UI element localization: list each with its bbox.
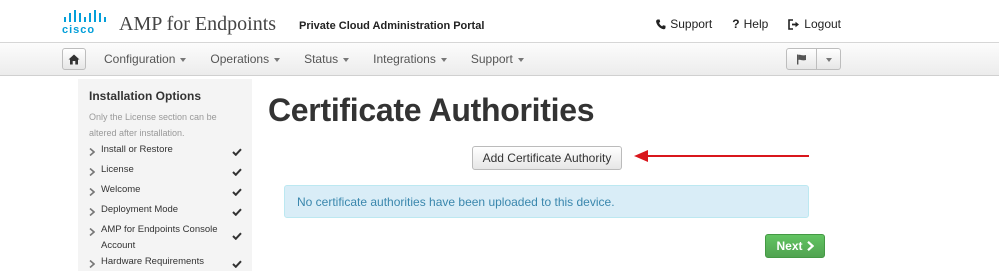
chevron-right-icon <box>89 202 101 222</box>
sidebar-title: Installation Options <box>89 89 202 103</box>
nav-status-label: Status <box>304 52 339 66</box>
add-certificate-authority-button[interactable]: Add Certificate Authority <box>472 146 622 170</box>
caret-down-icon <box>343 57 350 62</box>
sidebar-item-license[interactable]: License <box>89 162 242 182</box>
support-link-label: Support <box>670 17 713 31</box>
nav-support[interactable]: Support <box>471 52 524 66</box>
sidebar-note: Only the License section can be altered … <box>89 112 217 138</box>
nav-support-label: Support <box>470 52 513 66</box>
installation-sidebar: Installation Options Only the License se… <box>78 79 252 271</box>
logout-link[interactable]: Logout <box>788 17 841 31</box>
support-link[interactable]: Support <box>656 17 712 31</box>
page-title: Certificate Authorities <box>268 92 595 128</box>
chevron-right-icon <box>89 254 101 271</box>
checkmark-icon <box>232 146 242 162</box>
nav-integrations-label: Integrations <box>373 52 436 66</box>
help-link[interactable]: ? Help <box>732 17 768 31</box>
flag-button[interactable] <box>786 48 817 70</box>
logout-link-label: Logout <box>804 17 841 31</box>
chevron-right-icon <box>89 222 101 242</box>
home-icon <box>68 54 80 64</box>
caret-down-icon <box>180 57 187 62</box>
checkmark-icon <box>232 206 242 222</box>
logout-icon <box>788 18 800 30</box>
flag-icon <box>797 54 806 64</box>
chevron-right-icon <box>89 162 101 182</box>
caret-down-icon <box>274 57 281 62</box>
sidebar-item-label: Hardware Requirements <box>101 256 204 267</box>
phone-icon <box>656 19 666 29</box>
nav-operations[interactable]: Operations <box>210 52 281 66</box>
nav-operations-label: Operations <box>210 52 270 66</box>
header-links: Support ? Help Logout <box>656 17 841 31</box>
sidebar-item-label: Welcome <box>101 184 141 195</box>
sidebar-item-install-or-restore[interactable]: Install or Restore <box>89 142 242 162</box>
sidebar-item-welcome[interactable]: Welcome <box>89 182 242 202</box>
annotation-arrow <box>634 150 809 162</box>
info-alert: No certificate authorities have been upl… <box>284 185 809 218</box>
cisco-wordmark: cisco <box>62 24 96 36</box>
cisco-logo-bars <box>64 10 108 22</box>
sidebar-item-label: License <box>101 164 134 175</box>
nav-configuration[interactable]: Configuration <box>104 52 187 66</box>
flag-dropdown-toggle[interactable] <box>817 48 841 70</box>
nav-configuration-label: Configuration <box>104 52 176 66</box>
next-button-label: Next <box>776 239 803 253</box>
question-icon: ? <box>732 17 740 31</box>
sidebar-item-label: Install or Restore <box>101 144 173 155</box>
nav-status[interactable]: Status <box>304 52 350 66</box>
flag-button-group <box>786 48 841 70</box>
cisco-logo: cisco <box>62 10 108 36</box>
app-title: AMP for Endpoints <box>119 13 277 35</box>
chevron-right-icon <box>89 142 101 162</box>
caret-down-icon <box>825 57 832 62</box>
next-button[interactable]: Next <box>765 234 825 258</box>
caret-down-icon <box>517 57 524 62</box>
top-header: cisco AMP for Endpoints Private Cloud Ad… <box>0 0 999 42</box>
sidebar-item-deployment-mode[interactable]: Deployment Mode <box>89 202 242 222</box>
chevron-right-icon <box>806 241 814 251</box>
sidebar-item-label: AMP for Endpoints Console Account <box>101 224 218 251</box>
nav-menu: Configuration Operations Status Integrat… <box>104 52 524 66</box>
checkmark-icon <box>232 258 242 271</box>
checkmark-icon <box>232 166 242 182</box>
nav-integrations[interactable]: Integrations <box>373 52 447 66</box>
help-link-label: Help <box>743 17 769 31</box>
main-navbar: Configuration Operations Status Integrat… <box>0 42 999 76</box>
app-subtitle: Private Cloud Administration Portal <box>299 20 485 32</box>
checkmark-icon <box>232 230 242 246</box>
sidebar-item-label: Deployment Mode <box>101 204 179 215</box>
checkmark-icon <box>232 186 242 202</box>
sidebar-steps: Install or Restore License Welcome Deplo… <box>89 142 242 271</box>
sidebar-item-hardware-requirements[interactable]: Hardware Requirements <box>89 254 242 271</box>
chevron-right-icon <box>89 182 101 202</box>
caret-down-icon <box>440 57 447 62</box>
sidebar-item-console-account[interactable]: AMP for Endpoints Console Account <box>89 222 242 254</box>
home-button[interactable] <box>62 48 86 70</box>
